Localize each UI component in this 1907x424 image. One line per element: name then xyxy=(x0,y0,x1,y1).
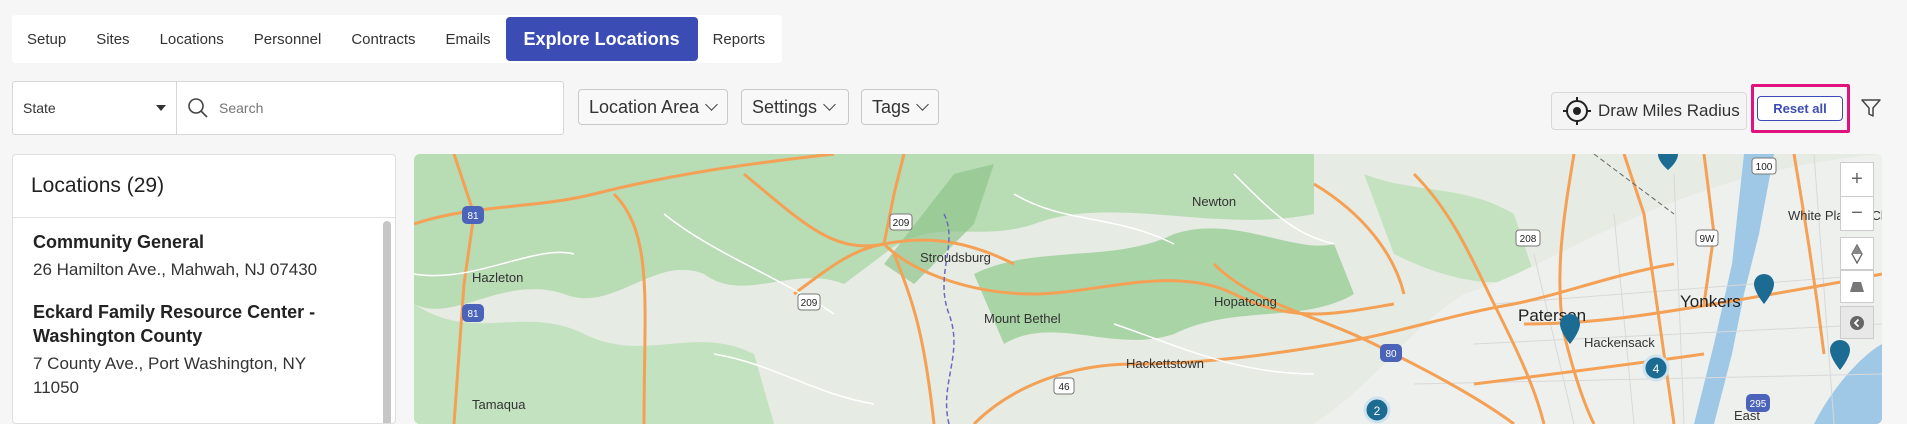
map-label: Tamaqua xyxy=(472,397,526,412)
svg-text:209: 209 xyxy=(893,218,910,229)
location-name: Eckard Family Resource Center - Washingt… xyxy=(33,302,316,346)
settings-label: Settings xyxy=(752,96,818,117)
tab-locations[interactable]: Locations xyxy=(145,17,239,61)
map-label: Hackensack xyxy=(1584,335,1655,350)
route-shield: 100 xyxy=(1751,157,1777,175)
map-label: Newton xyxy=(1192,194,1236,209)
route-shield: 81 xyxy=(462,304,484,322)
svg-text:81: 81 xyxy=(467,309,479,320)
svg-text:208: 208 xyxy=(1520,234,1537,245)
tab-sites[interactable]: Sites xyxy=(81,17,144,61)
svg-text:46: 46 xyxy=(1058,382,1070,393)
location-name: Community General xyxy=(33,232,205,252)
tilt-icon xyxy=(1850,281,1864,292)
map-label: Hackettstown xyxy=(1126,356,1204,371)
chevron-down-icon xyxy=(916,98,929,111)
chevron-left-icon xyxy=(1850,315,1864,330)
route-shield: 46 xyxy=(1053,377,1075,395)
list-scrollbar[interactable] xyxy=(383,221,391,423)
tab-explore-locations[interactable]: Explore Locations xyxy=(505,17,698,61)
zoom-in-button[interactable]: + xyxy=(1840,162,1874,197)
route-shield: 295 xyxy=(1746,394,1770,412)
svg-text:295: 295 xyxy=(1750,399,1767,410)
marker-cluster[interactable]: 2 xyxy=(1363,396,1391,424)
caret-down-icon xyxy=(156,105,166,111)
map-label: Hazleton xyxy=(472,270,523,285)
route-shield: 81 xyxy=(462,206,484,224)
location-area-dropdown[interactable]: Location Area xyxy=(578,89,728,125)
search-input[interactable] xyxy=(217,99,541,117)
map-label: Hopatcong xyxy=(1214,294,1277,309)
tilt-button[interactable] xyxy=(1840,270,1874,303)
svg-text:2: 2 xyxy=(1374,404,1381,418)
search-bar: State xyxy=(12,81,564,135)
crosshair-icon xyxy=(1563,97,1591,125)
route-shield: 9W xyxy=(1695,229,1719,247)
layers-toggle-button[interactable] xyxy=(1840,306,1874,339)
svg-text:9W: 9W xyxy=(1700,234,1716,245)
location-list-item[interactable]: Eckard Family Resource Center - Washingt… xyxy=(13,282,395,400)
svg-text:80: 80 xyxy=(1385,349,1397,360)
svg-text:100: 100 xyxy=(1756,162,1773,173)
chevron-down-icon xyxy=(823,98,836,111)
state-select[interactable]: State xyxy=(13,82,177,134)
locations-panel-title: Locations (29) xyxy=(13,155,395,218)
route-shield: 80 xyxy=(1380,344,1402,362)
compass-icon xyxy=(1851,243,1863,264)
search-field xyxy=(177,97,563,119)
map-label: Yonkers xyxy=(1680,292,1741,311)
map-canvas: Hazleton Stroudsburg Newton Hopatcong Mo… xyxy=(414,154,1882,424)
route-shield: 209 xyxy=(797,293,821,311)
tab-reports[interactable]: Reports xyxy=(698,17,781,61)
location-address: 26 Hamilton Ave., Mahwah, NJ 07430 xyxy=(33,260,318,279)
locations-panel: Locations (29) Community General 26 Hami… xyxy=(12,154,396,424)
compass-button[interactable] xyxy=(1840,237,1874,270)
tab-emails[interactable]: Emails xyxy=(431,17,506,61)
map-view[interactable]: Hazleton Stroudsburg Newton Hopatcong Mo… xyxy=(414,154,1882,424)
filter-icon[interactable] xyxy=(1860,97,1882,119)
location-list-item[interactable]: Community General 26 Hamilton Ave., Mahw… xyxy=(13,218,395,282)
svg-text:4: 4 xyxy=(1653,362,1660,376)
tags-dropdown[interactable]: Tags xyxy=(861,89,939,125)
map-label: Stroudsburg xyxy=(920,250,991,265)
settings-dropdown[interactable]: Settings xyxy=(741,89,849,125)
tab-setup[interactable]: Setup xyxy=(12,17,81,61)
location-address: 7 County Ave., Port Washington, NY 11050 xyxy=(33,354,306,397)
map-label: Mount Bethel xyxy=(984,311,1061,326)
tab-personnel[interactable]: Personnel xyxy=(239,17,337,61)
search-icon xyxy=(188,98,208,118)
tab-contracts[interactable]: Contracts xyxy=(336,17,430,61)
reset-all-button[interactable]: Reset all xyxy=(1757,96,1843,121)
route-shield: 208 xyxy=(1515,229,1541,247)
draw-miles-radius-button[interactable]: Draw Miles Radius xyxy=(1551,92,1747,130)
top-nav-tabs: Setup Sites Locations Personnel Contract… xyxy=(12,15,782,63)
tags-label: Tags xyxy=(872,96,911,117)
zoom-out-button[interactable]: − xyxy=(1840,196,1874,231)
draw-miles-radius-label: Draw Miles Radius xyxy=(1598,101,1740,120)
svg-text:209: 209 xyxy=(801,298,818,309)
route-shield: 209 xyxy=(889,213,913,231)
svg-text:81: 81 xyxy=(467,211,479,222)
chevron-down-icon xyxy=(705,98,718,111)
marker-cluster[interactable]: 4 xyxy=(1642,354,1670,382)
location-area-label: Location Area xyxy=(589,96,700,117)
state-select-value: State xyxy=(23,100,56,116)
